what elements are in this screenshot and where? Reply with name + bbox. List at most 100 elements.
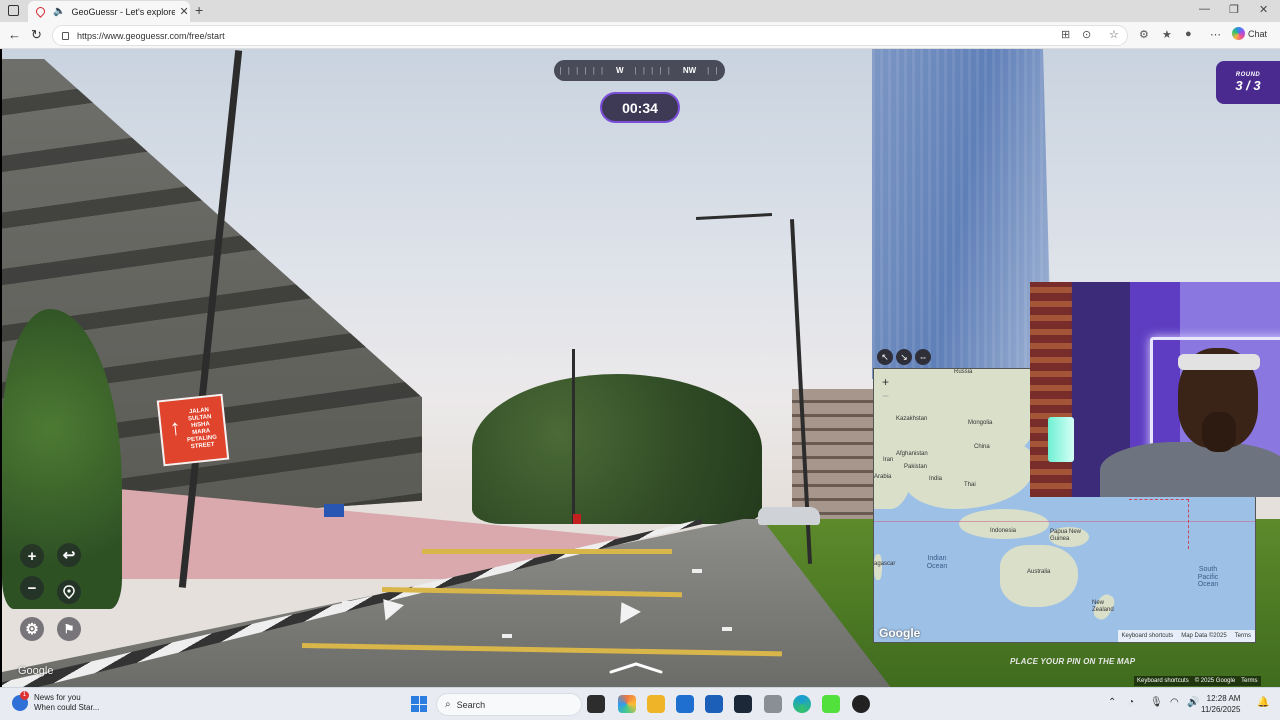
extensions-icon[interactable]: ⚙ [1139,28,1149,41]
blue-road-sign [324,504,344,517]
map-label-arabia: Arabia [874,474,892,480]
microphone-icon[interactable]: 🎙 [1150,697,1163,708]
checkpoint-button[interactable]: ⚑ [57,617,81,641]
volume-icon[interactable]: 🔊 [1187,697,1199,708]
network-app-icon[interactable]: ◔ [1128,697,1134,708]
map-data-text: Map Data ©2025 [1181,633,1227,639]
lane-dash [692,569,702,573]
news-widget[interactable]: 1 News for you When could Star... [12,691,100,714]
undo-move-button[interactable]: ↩ [57,543,81,567]
clock-time: 12:28 AM [1206,694,1241,703]
streamer-headband [1178,354,1260,370]
map-label-papua-new-guinea: Papua New Guinea [1050,529,1082,542]
map-label-afghanistan: Afghanistan [896,451,928,457]
pin-map-icon[interactable]: ⇔ [915,349,931,365]
map-attribution: Keyboard shortcuts Map Data ©2025 Terms [1117,630,1255,642]
favorites-icon[interactable]: ★ [1162,28,1172,41]
search-icon: ⌕ [445,699,451,710]
steam-icon[interactable] [734,695,752,713]
back-icon[interactable]: ← [8,27,21,42]
map-keyboard-shortcuts-link[interactable]: Keyboard shortcuts [1122,633,1174,639]
map-label-russia: Russia [954,369,973,375]
terms-link[interactable]: Terms [1241,678,1257,684]
map-google-logo: Google [879,626,921,640]
kick-app-icon[interactable] [822,695,840,713]
tab-actions-icon[interactable] [8,5,19,16]
task-view-icon[interactable] [587,695,605,713]
start-button-icon[interactable] [411,696,427,712]
notification-bell-icon[interactable]: 🔔 [1257,697,1269,708]
browser-tab-bar: 🔈 GeoGuessr - Let's explore the ✕ + — ❐ … [0,0,1280,22]
close-window-icon[interactable]: ✕ [1259,3,1268,16]
speaker-icon[interactable]: 🔈 [53,6,65,17]
shrink-map-icon[interactable]: ↘ [896,349,912,365]
map-size-controls: ↖ ↘ ⇔ [873,346,935,368]
profile-icon[interactable]: ● [1185,28,1192,40]
keyboard-shortcuts-link[interactable]: Keyboard shortcuts [1137,678,1189,684]
webcam-overlay [1030,282,1280,497]
geoguessr-favicon-icon [34,5,47,18]
lane-dash [502,634,512,638]
news-subtitle: When could Star... [34,703,100,713]
close-tab-icon[interactable]: ✕ [179,5,188,18]
expand-map-icon[interactable]: ↖ [877,349,893,365]
map-label-indonesia: Indonesia [990,528,1017,534]
refresh-icon[interactable]: ↻ [31,27,42,43]
restore-icon[interactable]: ❐ [1229,3,1239,16]
file-explorer-icon[interactable] [647,695,665,713]
cyan-lamp [1048,417,1074,462]
news-badge: 1 [20,691,29,701]
news-title: News for you [34,693,81,702]
lock-icon [62,31,69,40]
place-pin-prompt: PLACE YOUR PIN ON THE MAP [1010,657,1136,666]
landmass-australia [1000,545,1078,607]
streetview-attribution: Keyboard shortcuts © 2025 Google Terms [1134,676,1261,686]
taskbar-search[interactable]: ⌕ Search [436,693,582,716]
google-logo: Google [18,665,54,677]
lane-line [422,549,672,554]
reading-mode-icon[interactable]: ⊙ [1082,28,1091,41]
map-zoom-controls: + − [878,375,893,403]
map-zoom-out-button[interactable]: − [878,389,893,403]
date-line [1129,499,1189,549]
move-forward-chevron-icon[interactable] [609,662,663,674]
map-label-india: India [929,476,943,482]
browser-tab-geoguessr[interactable]: 🔈 GeoGuessr - Let's explore the ✕ [28,1,190,22]
settings-button[interactable]: ⚙ [20,617,44,641]
map-label-kazakhstan: Kazakhstan [896,416,928,422]
wifi-icon[interactable]: ◠ [1170,697,1179,708]
zoom-out-button[interactable]: − [20,576,44,600]
map-label-china: China [974,444,990,450]
chat-label: Chat [1248,28,1268,39]
zoom-in-button[interactable]: + [20,544,44,568]
map-zoom-in-button[interactable]: + [878,375,893,389]
map-label-mongolia: Mongolia [968,420,993,426]
parked-car [758,507,820,525]
copilot-icon [1232,27,1245,40]
system-clock[interactable]: 12:28 AM 11/26/2025 [1201,693,1240,715]
new-tab-icon[interactable]: + [195,2,203,18]
map-label-madagascar: agascar [874,561,896,567]
minimize-icon[interactable]: — [1199,3,1210,15]
map-terms-link[interactable]: Terms [1235,633,1251,639]
compass-bar: | | | | | | W | | | | | NW | | [554,60,725,81]
app-available-icon[interactable]: ⊞ [1061,28,1070,41]
flag-icon: ⚑ [63,622,75,636]
store-icon[interactable] [676,695,694,713]
copilot-app-icon[interactable] [618,695,636,713]
street-sign-jalan-sultan: ↑ JALAN SULTAN HISHA MARA PETALING STREE… [156,393,230,467]
outlook-icon[interactable] [705,695,723,713]
copilot-chat-button[interactable]: Chat [1232,27,1267,40]
more-options-icon[interactable]: ⋯ [1210,28,1221,41]
lane-dash [722,627,732,631]
edge-browser-icon[interactable] [793,695,811,713]
favorite-star-icon[interactable]: ☆ [1109,28,1119,41]
compass-northwest: NW [682,66,697,75]
settings-app-icon[interactable] [764,695,782,713]
lane-dash [342,601,352,605]
url-field[interactable]: https://www.geoguessr.com/free/start [52,25,1128,46]
map-label-new-zealand: New Zealand [1092,600,1114,613]
show-hidden-icons-icon[interactable]: ⌃ [1108,697,1116,708]
obs-icon[interactable] [852,695,870,713]
return-to-start-button[interactable] [57,580,81,604]
